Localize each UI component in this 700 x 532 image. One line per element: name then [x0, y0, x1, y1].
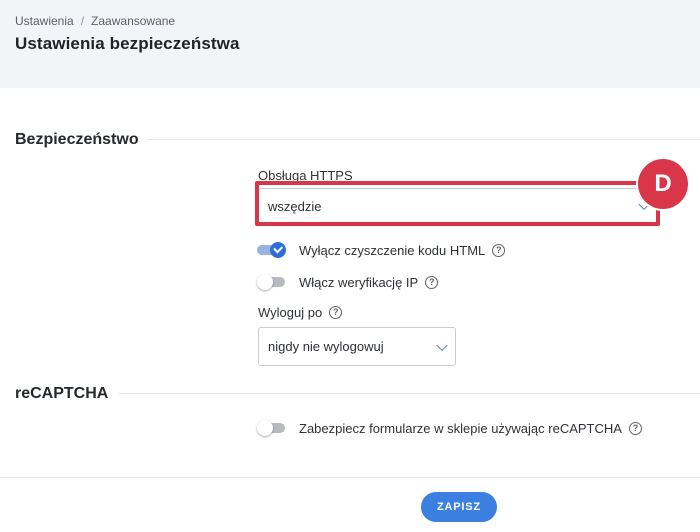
section-divider	[147, 139, 700, 140]
logout-label-row: Wyloguj po ?	[258, 305, 343, 320]
help-icon[interactable]: ?	[492, 243, 506, 257]
toggle-knob	[257, 420, 273, 436]
help-icon[interactable]: ?	[425, 275, 439, 289]
section-title-recaptcha: reCAPTCHA	[15, 385, 109, 402]
html-cleanup-row: Wyłącz czyszczenie kodu HTML ?	[257, 241, 506, 259]
recaptcha-toggle[interactable]	[257, 419, 287, 437]
recaptcha-row: Zabezpiecz formularze w sklepie używając…	[257, 419, 642, 437]
annotation-badge: D	[638, 159, 688, 209]
save-button[interactable]: ZAPISZ	[421, 492, 497, 522]
logout-label: Wyloguj po	[258, 305, 323, 320]
chevron-down-icon	[436, 339, 448, 351]
logout-select-value: nigdy nie wylogowuj	[268, 339, 384, 354]
check-icon	[270, 242, 286, 258]
footer-divider	[0, 477, 700, 478]
help-icon[interactable]: ?	[329, 306, 343, 319]
html-cleanup-label: Wyłącz czyszczenie kodu HTML	[299, 242, 486, 258]
breadcrumb-item-settings[interactable]: Ustawienia	[15, 14, 74, 28]
section-title-security: Bezpieczeństwo	[15, 131, 139, 148]
section-divider	[119, 393, 700, 394]
ip-verification-label: Włącz weryfikację IP	[299, 274, 419, 290]
recaptcha-label: Zabezpiecz formularze w sklepie używając…	[299, 420, 622, 436]
page-title: Ustawienia bezpieczeństwa	[15, 34, 240, 53]
html-cleanup-toggle[interactable]	[257, 241, 287, 259]
ip-verification-row: Włącz weryfikację IP ?	[257, 273, 439, 291]
page-header: Ustawienia / Zaawansowane Ustawienia bezpi…	[0, 0, 700, 88]
breadcrumb: Ustawienia / Zaawansowane	[15, 14, 175, 28]
ip-verification-toggle[interactable]	[257, 273, 287, 291]
highlight-frame	[255, 181, 660, 226]
toggle-knob	[257, 274, 273, 290]
help-icon[interactable]: ?	[628, 421, 642, 435]
breadcrumb-separator: /	[80, 14, 85, 28]
breadcrumb-item-advanced[interactable]: Zaawansowane	[91, 14, 175, 28]
logout-select[interactable]: nigdy nie wylogowuj	[258, 327, 456, 366]
